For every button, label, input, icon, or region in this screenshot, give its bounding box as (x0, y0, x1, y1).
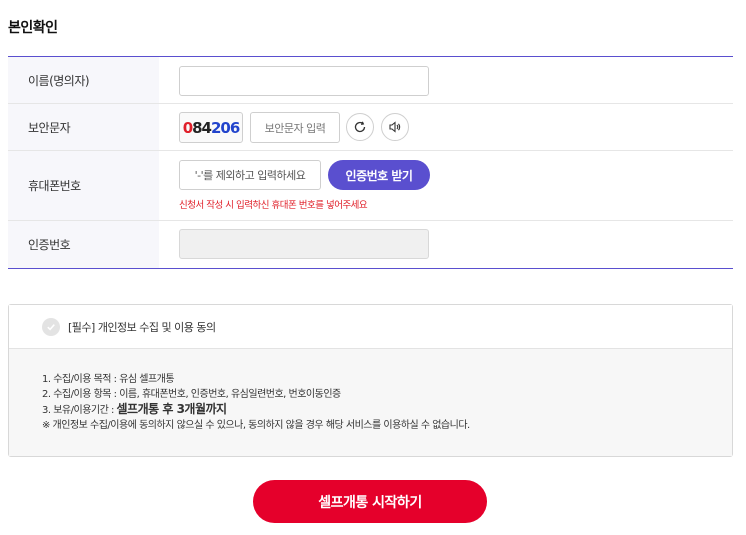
phone-label: 휴대폰번호 (8, 151, 159, 220)
agreement-line: 2. 수집/이용 항목 : 이름, 휴대폰번호, 인증번호, 유심일련번호, 번… (42, 389, 341, 400)
request-cert-button[interactable]: 인증번호 받기 (328, 160, 430, 190)
name-input[interactable] (179, 66, 429, 96)
speaker-icon (389, 121, 401, 133)
agreement-line: 1. 수집/이용 목적 : 유심 셀프개통 (42, 374, 175, 385)
agreement-period-prefix: 3. 보유/이용기간 : (42, 405, 117, 416)
check-icon (47, 323, 55, 331)
name-label: 이름(명의자) (8, 57, 159, 103)
cert-row: 인증번호 (8, 221, 733, 268)
captcha-image: 0 84 206 (179, 112, 243, 143)
captcha-digit: 84 (192, 118, 212, 137)
phone-input[interactable]: '-'를 제외하고 입력하세요 (179, 160, 321, 190)
cert-input[interactable] (179, 229, 429, 259)
captcha-digit: 206 (211, 118, 240, 137)
agreement-header[interactable]: [필수] 개인정보 수집 및 이용 동의 (9, 305, 732, 349)
phone-note: 신청서 작성 시 입력하신 휴대폰 번호를 넣어주세요 (179, 200, 368, 211)
captcha-digit: 0 (182, 118, 193, 137)
captcha-refresh-button[interactable] (346, 113, 374, 141)
page-title: 본인확인 (8, 20, 58, 36)
captcha-label: 보안문자 (8, 104, 159, 150)
agreement-details: 1. 수집/이용 목적 : 유심 셀프개통 2. 수집/이용 항목 : 이름, … (9, 349, 732, 456)
agreement-checkbox[interactable] (42, 317, 60, 336)
captcha-input[interactable]: 보안문자 입력 (250, 112, 340, 143)
name-row: 이름(명의자) (8, 57, 733, 104)
captcha-row: 보안문자 0 84 206 보안문자 입력 (8, 104, 733, 151)
agreement-line: ※ 개인정보 수집/이용에 동의하지 않으실 수 있으나, 동의하지 않을 경우… (42, 420, 470, 431)
phone-row: 휴대폰번호 '-'를 제외하고 입력하세요 인증번호 받기 신청서 작성 시 입… (8, 151, 733, 221)
start-self-activation-button[interactable]: 셀프개통 시작하기 (253, 480, 487, 523)
agreement-period-value: 셀프개통 후 3개월까지 (116, 402, 228, 416)
identity-form: 이름(명의자) 보안문자 0 84 206 보안문자 입력 휴대폰번호 '-'를… (8, 56, 733, 269)
captcha-audio-button[interactable] (381, 113, 409, 141)
cert-label: 인증번호 (8, 221, 159, 268)
agreement-line: 3. 보유/이용기간 : 셀프개통 후 3개월까지 (42, 402, 732, 418)
refresh-icon (354, 121, 366, 133)
privacy-agreement: [필수] 개인정보 수집 및 이용 동의 1. 수집/이용 목적 : 유심 셀프… (8, 304, 733, 457)
agreement-label: [필수] 개인정보 수집 및 이용 동의 (68, 320, 216, 334)
